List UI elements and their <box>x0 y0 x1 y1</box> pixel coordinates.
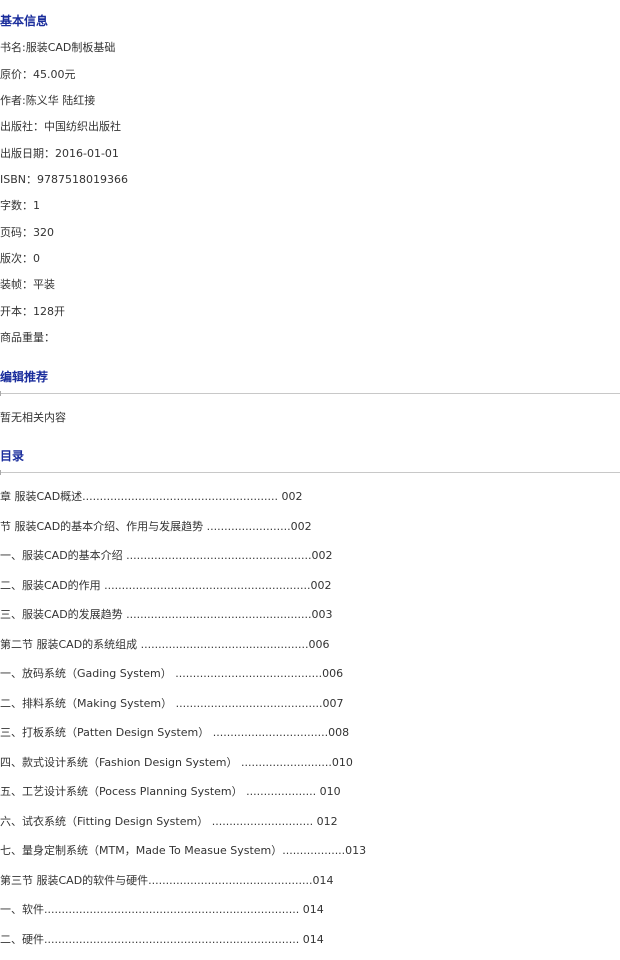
section-heading-toc: 目录 <box>0 449 25 463</box>
word-count: 字数：1 <box>0 199 40 212</box>
section-heading-editor-recommend: 编辑推荐 <box>0 370 49 384</box>
editor-recommend-content: 暂无相关内容 <box>0 411 66 424</box>
toc-line: 三、服装CAD的发展趋势 ...........................… <box>0 608 333 621</box>
section-divider <box>0 470 620 475</box>
original-price: 原价：45.00元 <box>0 68 76 81</box>
toc-line: 一、服装CAD的基本介绍 ...........................… <box>0 549 333 562</box>
section-heading-basic-info: 基本信息 <box>0 14 49 28</box>
toc-line: 章 服装CAD概述...............................… <box>0 490 303 503</box>
toc-line: 四、款式设计系统（Fashion Design System） ........… <box>0 756 353 769</box>
publish-date: 出版日期：2016-01-01 <box>0 147 119 160</box>
toc-line: 第二节 服装CAD的系统组成 .........................… <box>0 638 330 651</box>
section-divider <box>0 391 620 396</box>
toc-line: 节 服装CAD的基本介绍、作用与发展趋势 ...................… <box>0 520 312 533</box>
binding: 装帧：平装 <box>0 278 55 291</box>
toc-line: 五、工艺设计系统（Pocess Planning System） .......… <box>0 785 341 798</box>
toc-line: 二、服装CAD的作用 .............................… <box>0 579 332 592</box>
toc-line: 六、试衣系统（Fitting Design System） ..........… <box>0 815 338 828</box>
toc-line: 三、打板系统（Patten Design System） ...........… <box>0 726 350 739</box>
toc-line: 七、量身定制系统（MTM，Made To Measue System）.....… <box>0 844 367 857</box>
toc-line: 二、排料系统（Making System） ..................… <box>0 697 344 710</box>
isbn: ISBN：9787518019366 <box>0 173 128 186</box>
weight: 商品重量： <box>0 331 55 344</box>
format: 开本：128开 <box>0 305 65 318</box>
toc-line: 二、硬件....................................… <box>0 933 324 946</box>
author: 作者:陈义华 陆红接 <box>0 94 96 107</box>
toc-line: 第三节 服装CAD的软件与硬件.........................… <box>0 874 334 887</box>
publisher: 出版社：中国纺织出版社 <box>0 120 121 133</box>
toc-line: 一、放码系统（Gading System） ..................… <box>0 667 344 680</box>
book-title: 书名:服装CAD制板基础 <box>0 41 116 54</box>
edition: 版次：0 <box>0 252 40 265</box>
page-count: 页码：320 <box>0 226 54 239</box>
toc-line: 一、软件....................................… <box>0 903 324 916</box>
